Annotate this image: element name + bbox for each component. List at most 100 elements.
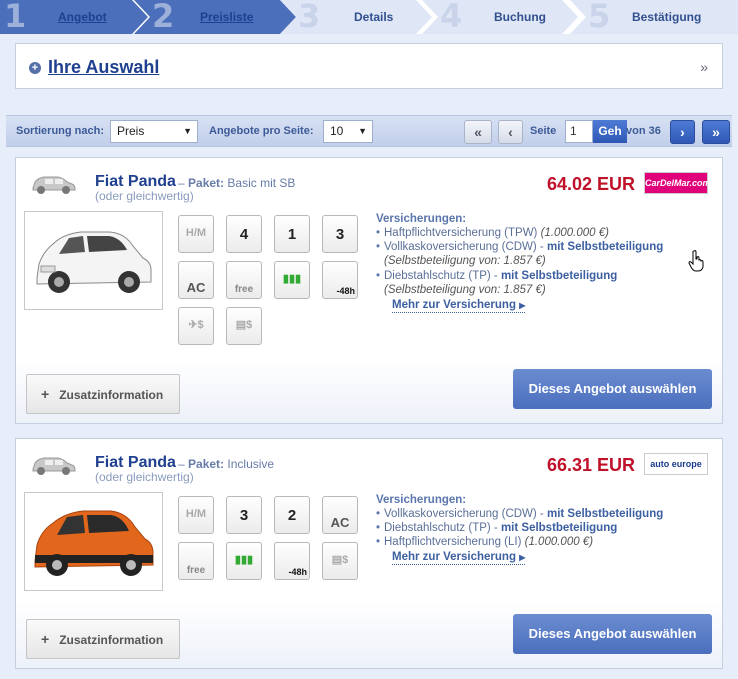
insurance-item: Haftpflichtversicherung (LI) (1.000.000 …: [376, 535, 663, 549]
car-photo: [24, 492, 163, 591]
step-number: 2: [152, 0, 175, 35]
step-buchung: 4 Buchung: [422, 0, 578, 35]
first-page-button[interactable]: «: [464, 120, 492, 144]
luggage-count: 2: [287, 507, 297, 524]
taxes-icon: ▤$: [322, 542, 358, 580]
insurance-deductible: mit Selbstbeteiligung: [546, 508, 664, 520]
doors-count: 3: [335, 226, 345, 243]
doors-icon: 3: [322, 215, 358, 253]
page-label: Seite: [530, 125, 557, 137]
dropdown-arrow-icon: ▼: [358, 126, 367, 136]
last-page-button[interactable]: »: [702, 120, 730, 144]
insurance-text: Diebstahlschutz (TP) -: [384, 522, 501, 534]
insurance-text: Diebstahlschutz (TP) -: [384, 270, 501, 282]
more-insurance-text[interactable]: Mehr zur Versicherung: [392, 299, 516, 311]
step-details: 3 Details: [280, 0, 432, 35]
double-chevron-right-icon[interactable]: »: [700, 59, 708, 75]
sort-label: Sortierung nach:: [16, 125, 105, 137]
car-photo: [24, 211, 163, 310]
package-separator: –: [178, 176, 189, 190]
step-label: Details: [354, 10, 394, 24]
more-insurance-link[interactable]: Mehr zur Versicherung ▶: [392, 551, 526, 565]
step-label[interactable]: Preisliste: [200, 10, 253, 24]
free-km-icon: free: [178, 542, 214, 580]
car-image: [36, 231, 152, 293]
car-category-icon: [32, 176, 76, 194]
free-km-label: free: [186, 565, 206, 576]
sort-select[interactable]: Preis ▼: [110, 120, 198, 143]
package-label: Paket:: [188, 457, 225, 471]
supplier-logo: auto europe: [644, 453, 708, 475]
car-category-icon: [32, 457, 76, 475]
per-page-select-value: 10: [330, 124, 344, 138]
caret-right-icon: ▶: [519, 553, 526, 562]
results-toolbar: Sortierung nach: Preis ▼ Angebote pro Se…: [6, 115, 732, 147]
step-number: 5: [588, 0, 611, 35]
package-label: Paket:: [188, 176, 225, 190]
step-number: 4: [440, 0, 463, 35]
equivalent-note: (oder gleichwertig): [95, 189, 194, 203]
caret-right-icon: ▶: [519, 301, 526, 310]
step-number: 1: [4, 0, 27, 35]
insurance-item: Haftpflichtversicherung (TPW) (1.000.000…: [376, 226, 663, 240]
package-info: – Paket: Inclusive: [178, 457, 274, 471]
additional-info-label: Zusatzinformation: [59, 633, 164, 647]
price: 66.31 EUR: [546, 455, 635, 475]
step-number: 3: [298, 0, 321, 35]
offer-card: Fiat Panda – Paket: Inclusive (oder glei…: [15, 438, 723, 669]
fuel-icon: ▮▮▮: [226, 542, 262, 580]
plus-icon: +: [41, 631, 50, 647]
insurance-item: Diebstahlschutz (TP) - mit Selbstbeteili…: [376, 269, 663, 283]
insurance-deductible: mit Selbstbeteiligung: [500, 270, 618, 282]
deductible-amount: (Selbstbeteiligung von: 1.857 €): [384, 284, 546, 296]
page-number-input[interactable]: 1: [565, 120, 593, 143]
insurance-item: Diebstahlschutz (TP) - mit Selbstbeteili…: [376, 521, 663, 535]
insurance-deductible: mit Selbstbeteiligung: [546, 241, 664, 253]
seats-icon: 3: [226, 496, 262, 534]
cancellation-label: -48h: [288, 567, 307, 577]
select-offer-button[interactable]: Dieses Angebot auswählen: [513, 369, 712, 409]
prev-page-button[interactable]: ‹: [498, 120, 523, 144]
taxes-icon: ▤$: [226, 307, 262, 345]
insurance-item: Vollkaskoversicherung (CDW) - mit Selbst…: [376, 507, 663, 521]
free-km-label: free: [234, 284, 254, 295]
expand-icon[interactable]: +: [29, 62, 41, 74]
insurance-block: Versicherungen: Vollkaskoversicherung (C…: [376, 494, 663, 565]
additional-info-label: Zusatzinformation: [59, 388, 164, 402]
go-button[interactable]: Geh: [593, 120, 627, 143]
selection-title[interactable]: Ihre Auswahl: [48, 57, 159, 78]
progress-steps: 1 Angebot 2 Preisliste 3 Details 4 Buchu…: [0, 0, 738, 35]
step-angebot[interactable]: 1 Angebot: [0, 0, 148, 35]
cancellation-label: -48h: [336, 286, 355, 296]
insurance-text: Vollkaskoversicherung (CDW) -: [384, 241, 547, 253]
manual-gearbox-icon: H/M: [178, 496, 214, 534]
fuel-glyph: ▮▮▮: [282, 273, 302, 285]
insurance-heading: Versicherungen:: [376, 213, 467, 225]
package-separator: –: [178, 457, 189, 471]
ac-label: AC: [186, 280, 206, 295]
airport-glyph: ✈$: [188, 319, 204, 331]
selection-panel[interactable]: + Ihre Auswahl »: [15, 43, 723, 89]
fuel-icon: ▮▮▮: [274, 261, 310, 299]
luggage-icon: 1: [274, 215, 310, 253]
seats-count: 3: [239, 507, 249, 524]
additional-info-button[interactable]: + Zusatzinformation: [26, 619, 180, 659]
insurance-amount: (1.000.000 €): [540, 227, 609, 239]
package-name: Inclusive: [227, 457, 275, 471]
select-offer-button[interactable]: Dieses Angebot auswählen: [513, 614, 712, 654]
step-label[interactable]: Angebot: [58, 10, 107, 24]
additional-info-button[interactable]: + Zusatzinformation: [26, 374, 180, 414]
insurance-deductible: mit Selbstbeteiligung: [500, 522, 618, 534]
step-preisliste[interactable]: 2 Preisliste: [134, 0, 296, 35]
fuel-glyph: ▮▮▮: [234, 554, 254, 566]
sort-select-value: Preis: [117, 124, 145, 138]
insurance-text: Vollkaskoversicherung (CDW) -: [384, 508, 547, 520]
price: 64.02 EUR: [546, 174, 635, 194]
per-page-select[interactable]: 10 ▼: [323, 120, 373, 143]
insurance-amount: (1.000.000 €): [524, 536, 594, 548]
more-insurance-text[interactable]: Mehr zur Versicherung: [392, 551, 516, 563]
more-insurance-link[interactable]: Mehr zur Versicherung ▶: [392, 299, 526, 313]
luggage-icon: 2: [274, 496, 310, 534]
plus-icon: +: [41, 386, 50, 402]
next-page-button[interactable]: ›: [670, 120, 695, 144]
